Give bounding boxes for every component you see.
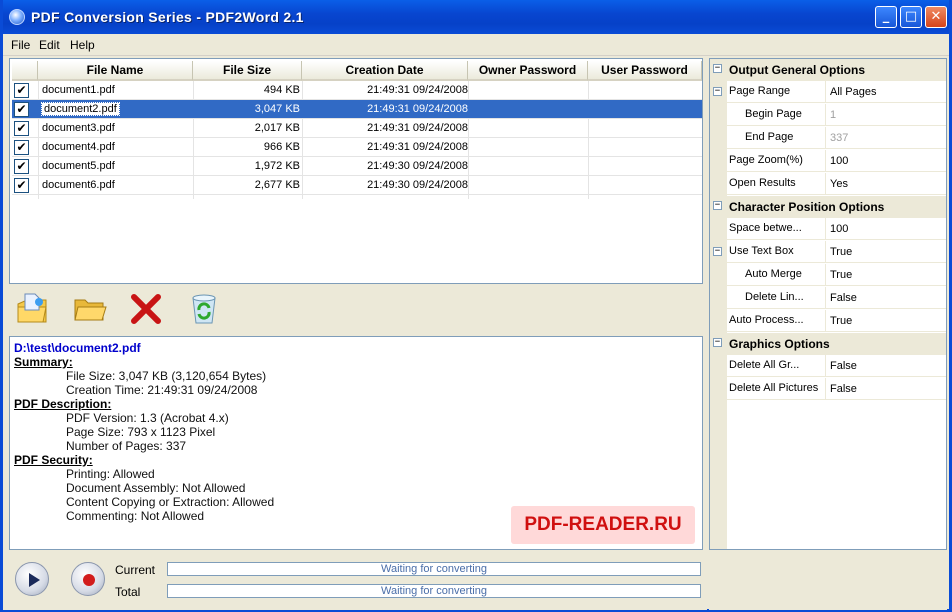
page-size-line: Page Size: 793 x 1123 Pixel [66, 425, 216, 439]
row-checkbox[interactable]: ✔ [14, 102, 29, 117]
record-stop-icon [83, 574, 95, 586]
cell-creation-date: 21:49:31 09/24/2008 [367, 122, 468, 134]
printing-line: Printing: Allowed [66, 467, 155, 481]
start-button[interactable] [15, 562, 49, 596]
play-icon [29, 573, 40, 587]
menu-edit[interactable]: Edit [39, 38, 60, 52]
prop-delete-lines[interactable]: Delete Lin... False [727, 287, 946, 309]
cell-file-size: 1,972 KB [254, 160, 300, 172]
cell-creation-date: 21:49:30 09/24/2008 [367, 179, 468, 191]
app-window: PDF Conversion Series - PDF2Word 2.1 _ □… [0, 0, 952, 612]
column-header-check[interactable] [12, 61, 38, 81]
cell-file-size: 494 KB [263, 84, 300, 96]
cell-file-size: 3,047 KB [254, 103, 300, 115]
menu-file[interactable]: File [11, 38, 30, 52]
close-button[interactable]: ✕ [925, 6, 947, 28]
pdf-version-line: PDF Version: 1.3 (Acrobat 4.x) [66, 411, 229, 425]
prop-use-text-box[interactable]: Use Text Box True [727, 241, 946, 263]
table-row[interactable]: ✔ document6.pdf 2,677 KB 21:49:30 09/24/… [12, 176, 702, 195]
delete-icon[interactable] [129, 292, 163, 326]
clear-list-icon[interactable] [187, 292, 221, 326]
collapse-icon[interactable]: − [713, 64, 722, 73]
file-table: File Name File Size Creation Date Owner … [9, 58, 703, 284]
collapse-icon[interactable]: − [713, 338, 722, 347]
cell-file-size: 966 KB [263, 141, 300, 153]
table-row[interactable]: ✔ document1.pdf 494 KB 21:49:31 09/24/20… [12, 81, 702, 100]
cell-file-name: document1.pdf [42, 84, 115, 96]
total-progress-bar: Waiting for converting [167, 584, 701, 598]
current-progress-bar: Waiting for converting [167, 562, 701, 576]
menu-help[interactable]: Help [70, 38, 95, 52]
add-file-icon[interactable] [15, 292, 49, 326]
row-checkbox[interactable]: ✔ [14, 83, 29, 98]
cell-creation-date: 21:49:31 09/24/2008 [367, 103, 468, 115]
row-checkbox[interactable]: ✔ [14, 121, 29, 136]
file-path: D:\test\document2.pdf [14, 341, 141, 355]
row-checkbox[interactable]: ✔ [14, 159, 29, 174]
category-graphics-options[interactable]: Graphics Options [727, 333, 946, 355]
cell-creation-date: 21:49:30 09/24/2008 [367, 160, 468, 172]
cell-file-name: document5.pdf [42, 160, 115, 172]
column-header-creation-date[interactable]: Creation Date [302, 61, 468, 81]
commenting-line: Commenting: Not Allowed [66, 509, 205, 523]
cell-file-size: 2,017 KB [254, 122, 300, 134]
column-header-file-size[interactable]: File Size [193, 61, 302, 81]
prop-open-results[interactable]: Open Results Yes [727, 173, 946, 195]
creation-time-line: Creation Time: 21:49:31 09/24/2008 [66, 383, 258, 397]
window-title: PDF Conversion Series - PDF2Word 2.1 [31, 9, 304, 25]
category-output-general-options[interactable]: Output General Options [727, 59, 946, 81]
category-character-position-options[interactable]: Character Position Options [727, 196, 946, 218]
menu-bar: File Edit Help [3, 34, 949, 56]
options-footer [709, 552, 947, 610]
collapse-icon[interactable]: − [713, 247, 722, 256]
copying-line: Content Copying or Extraction: Allowed [66, 495, 275, 509]
table-row[interactable]: ✔ document3.pdf 2,017 KB 21:49:31 09/24/… [12, 119, 702, 138]
cell-file-name: document4.pdf [42, 141, 115, 153]
prop-end-page[interactable]: End Page 337 [727, 127, 946, 149]
prop-begin-page[interactable]: Begin Page 1 [727, 104, 946, 126]
cell-file-name: document3.pdf [42, 122, 115, 134]
pdf-security-heading: PDF Security: [14, 453, 93, 467]
assembly-line: Document Assembly: Not Allowed [66, 481, 246, 495]
options-property-grid: − Output General Options − Page Range Al… [709, 58, 947, 550]
row-checkbox[interactable]: ✔ [14, 140, 29, 155]
prop-page-zoom[interactable]: Page Zoom(%) 100 [727, 150, 946, 172]
summary-heading: Summary: [14, 355, 73, 369]
cell-file-name: document6.pdf [42, 179, 115, 191]
collapse-icon[interactable]: − [713, 201, 722, 210]
cell-file-name: document2.pdf [41, 102, 120, 116]
prop-auto-process[interactable]: Auto Process... True [727, 310, 946, 332]
table-row[interactable]: ✔ document4.pdf 966 KB 21:49:31 09/24/20… [12, 138, 702, 157]
status-area [3, 552, 707, 610]
row-checkbox[interactable]: ✔ [14, 178, 29, 193]
collapse-icon[interactable]: − [713, 87, 722, 96]
stop-button[interactable] [71, 562, 105, 596]
cell-creation-date: 21:49:31 09/24/2008 [367, 84, 468, 96]
file-size-line: File Size: 3,047 KB (3,120,654 Bytes) [66, 369, 267, 383]
table-row[interactable]: ✔ document5.pdf 1,972 KB 21:49:30 09/24/… [12, 157, 702, 176]
prop-page-range[interactable]: Page Range All Pages [727, 81, 946, 103]
app-icon [9, 9, 25, 25]
current-label: Current [115, 563, 156, 577]
column-header-owner-password[interactable]: Owner Password [468, 61, 588, 81]
column-header-file-name[interactable]: File Name [38, 61, 193, 81]
prop-auto-merge[interactable]: Auto Merge True [727, 264, 946, 286]
num-pages-line: Number of Pages: 337 [66, 439, 187, 453]
prop-delete-all-graphics[interactable]: Delete All Gr... False [727, 355, 946, 377]
prop-space-between[interactable]: Space betwe... 100 [727, 218, 946, 240]
cell-creation-date: 21:49:31 09/24/2008 [367, 141, 468, 153]
total-label: Total [115, 585, 141, 599]
prop-delete-all-pictures[interactable]: Delete All Pictures False [727, 378, 946, 400]
title-bar: PDF Conversion Series - PDF2Word 2.1 _ □… [3, 0, 949, 34]
pdf-description-heading: PDF Description: [14, 397, 112, 411]
table-row[interactable]: ✔ document2.pdf 3,047 KB 21:49:31 09/24/… [12, 100, 702, 119]
minimize-button[interactable]: _ [875, 6, 897, 28]
watermark: PDF-READER.RU [511, 506, 695, 544]
open-folder-icon[interactable] [73, 292, 107, 326]
column-header-user-password[interactable]: User Password [588, 61, 702, 81]
maximize-button[interactable]: □ [900, 6, 922, 28]
cell-file-size: 2,677 KB [254, 179, 300, 191]
